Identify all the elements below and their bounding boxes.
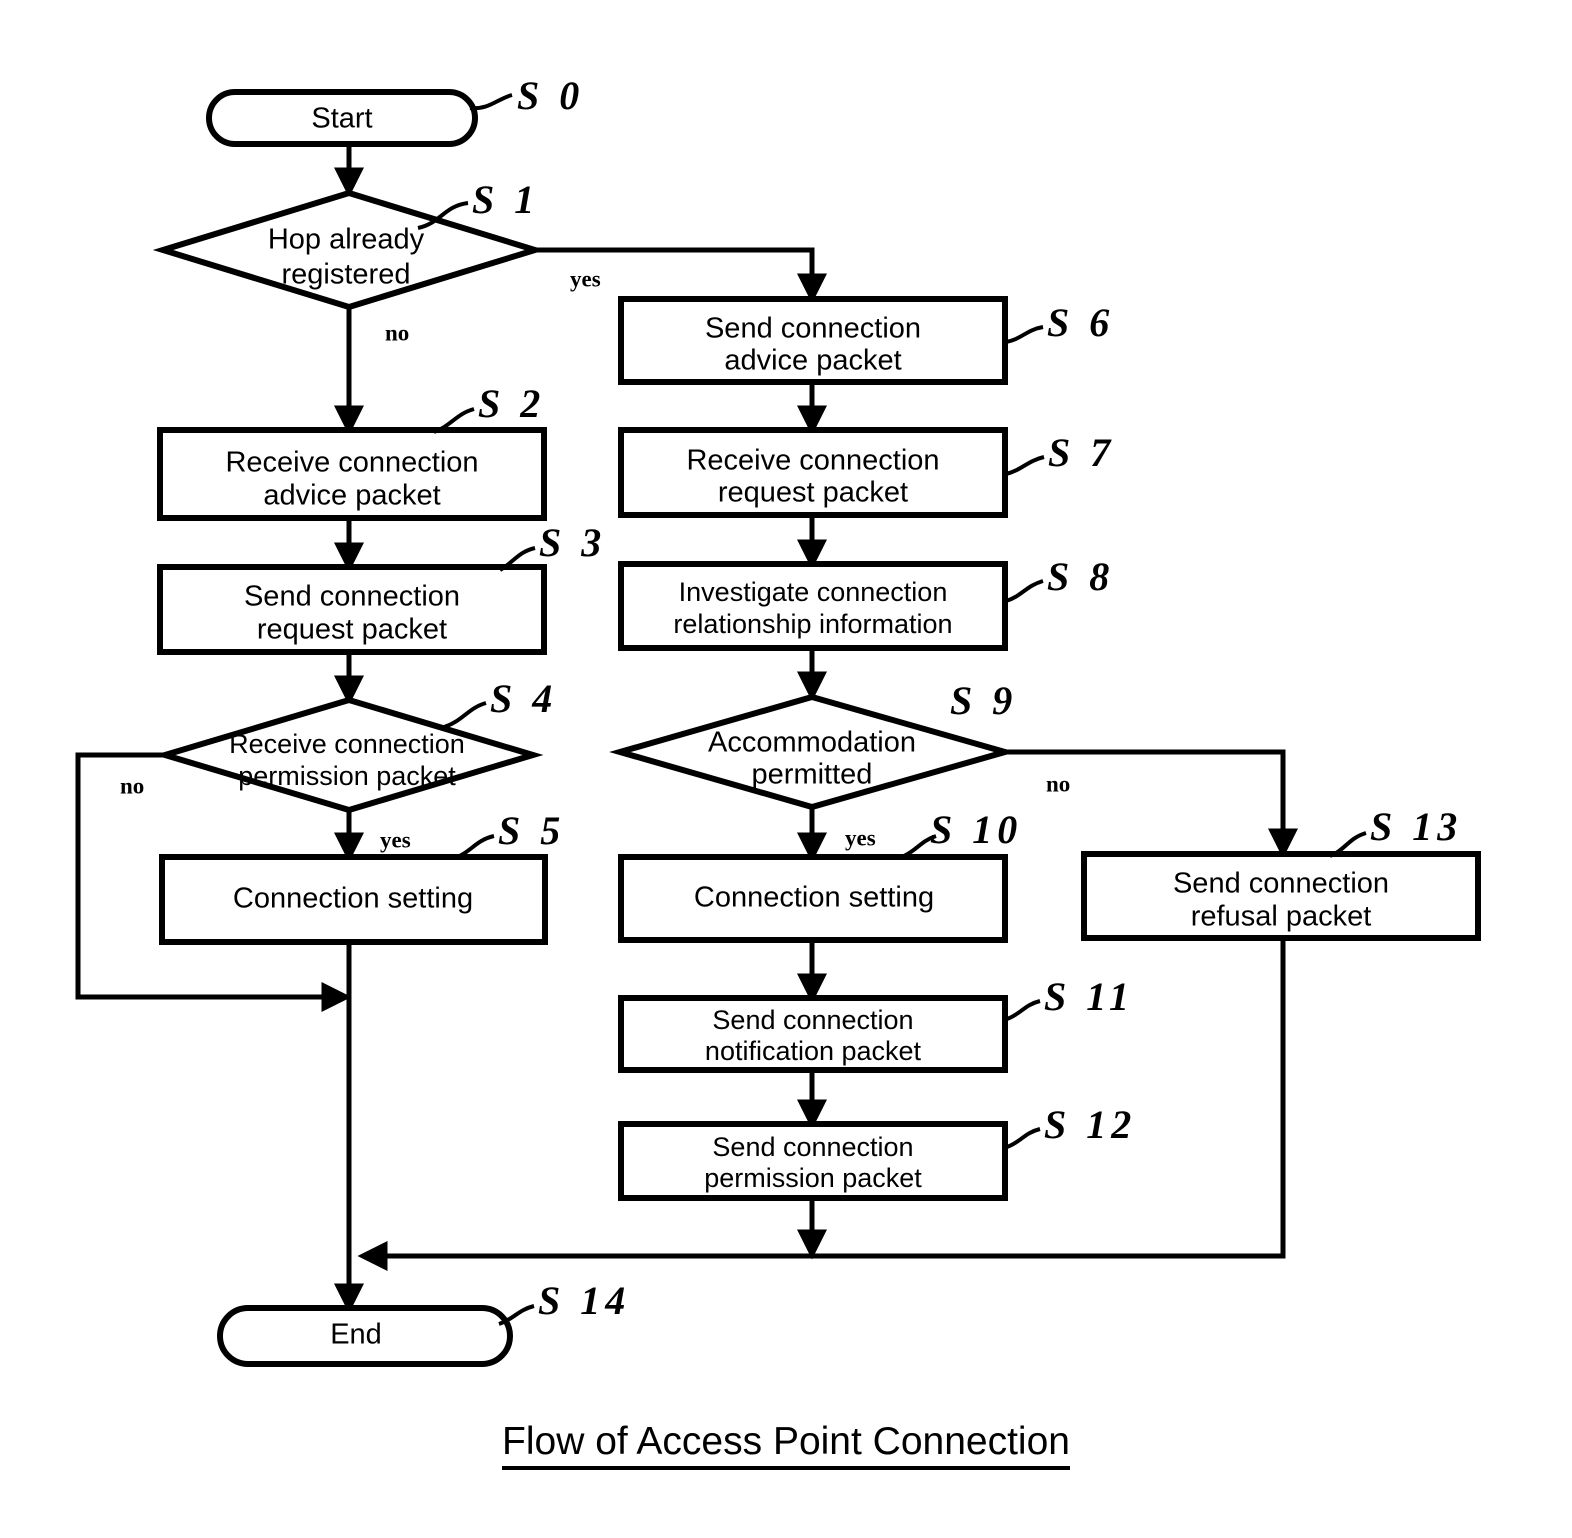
edge-label-s4-yes: yes (380, 827, 411, 852)
step-tag-s11: S 11 (1044, 974, 1134, 1019)
leader-s0 (469, 93, 513, 111)
s7-label-line1: Receive connection (686, 445, 939, 477)
flowchart-canvas: Start Hop already registered Receive con… (75, 73, 1481, 1367)
s11-label-line2: notification packet (705, 1036, 922, 1066)
s12-label-line2: permission packet (704, 1163, 922, 1193)
s4-label-line1: Receive connection (229, 729, 465, 759)
leader-s12 (1006, 1127, 1041, 1149)
s3-label-line2: request packet (257, 614, 447, 646)
edge-label-s9-yes: yes (845, 825, 876, 850)
node-s5-connection-setting: Connection setting (159, 854, 548, 945)
s7-label-line2: request packet (718, 477, 908, 509)
s6-label-line1: Send connection (705, 313, 921, 345)
node-s6-send-connection-advice-packet: Send connection advice packet (618, 296, 1008, 385)
leader-s8 (1005, 579, 1044, 603)
s8-label-line1: Investigate connection (679, 577, 948, 607)
node-s4-receive-connection-permission-packet: Receive connection permission packet (154, 696, 544, 814)
leader-s4 (443, 701, 487, 729)
node-s2-receive-connection-advice-packet: Receive connection advice packet (157, 427, 547, 521)
edge-label-s1-no: no (385, 320, 409, 345)
node-s8-investigate-connection-relationship-information: Investigate connection relationship info… (618, 561, 1008, 651)
node-s9-accommodation-permitted: Accommodation permitted (609, 693, 1016, 811)
diagram-caption: Flow of Access Point Connection (0, 1420, 1572, 1470)
leader-s7 (1005, 455, 1045, 476)
end-label: End (330, 1319, 382, 1351)
edge-s13-to-merge (357, 938, 1286, 1271)
step-tag-s3: S 3 (539, 520, 606, 565)
s1-label-line2: registered (282, 259, 411, 291)
edge-label-s4-no: no (120, 773, 144, 798)
step-tag-s13: S 13 (1370, 804, 1462, 849)
step-tag-s0: S 0 (517, 73, 584, 118)
step-tag-s7: S 7 (1048, 430, 1115, 475)
node-s12-send-connection-permission-packet: Send connection permission packet (618, 1121, 1008, 1201)
s6-label-line2: advice packet (724, 345, 901, 377)
step-tag-s4: S 4 (490, 676, 557, 721)
s4-label-line2: permission packet (238, 761, 456, 791)
node-start: Start (206, 89, 478, 147)
leader-s6 (1005, 325, 1044, 344)
s13-label-line2: refusal packet (1191, 901, 1372, 933)
node-s10-connection-setting: Connection setting (618, 854, 1008, 943)
node-s7-receive-connection-request-packet: Receive connection request packet (618, 427, 1008, 518)
edge-label-s1-yes: yes (570, 266, 601, 291)
edge-s9-no-to-s13 (1005, 749, 1298, 859)
s2-label-line2: advice packet (263, 480, 440, 512)
step-tag-s2: S 2 (478, 381, 545, 426)
leader-s11 (1006, 999, 1041, 1021)
step-tag-s12: S 12 (1044, 1102, 1136, 1147)
start-label: Start (311, 103, 372, 135)
s10-label: Connection setting (694, 882, 934, 914)
s13-label-line1: Send connection (1173, 868, 1389, 900)
step-tag-s9: S 9 (950, 678, 1017, 723)
node-end: End (217, 1305, 513, 1367)
edge-label-s9-no: no (1046, 771, 1070, 796)
step-tag-s1: S 1 (472, 177, 539, 222)
s9-label-line2: permitted (752, 759, 873, 791)
s1-label-line1: Hop already (268, 224, 425, 256)
s3-label-line1: Send connection (244, 581, 460, 613)
s5-label: Connection setting (233, 883, 473, 915)
node-s3-send-connection-request-packet: Send connection request packet (157, 564, 547, 655)
s9-label-line1: Accommodation (708, 727, 916, 759)
s12-label-line1: Send connection (712, 1132, 913, 1162)
s8-label-line2: relationship information (673, 609, 952, 639)
step-tag-s5: S 5 (498, 808, 565, 853)
node-s11-send-connection-notification-packet: Send connection notification packet (618, 995, 1008, 1073)
s11-label-line1: Send connection (712, 1005, 913, 1035)
step-tag-s14: S 14 (538, 1278, 630, 1323)
step-tag-s10: S 10 (930, 807, 1022, 852)
s2-label-line1: Receive connection (225, 447, 478, 479)
step-tag-s8: S 8 (1047, 554, 1114, 599)
node-s13-send-connection-refusal-packet: Send connection refusal packet (1081, 851, 1481, 941)
step-tag-s6: S 6 (1047, 300, 1114, 345)
flowchart-page: Start Hop already registered Receive con… (0, 0, 1572, 1538)
diagram-caption-text: Flow of Access Point Connection (502, 1420, 1070, 1470)
